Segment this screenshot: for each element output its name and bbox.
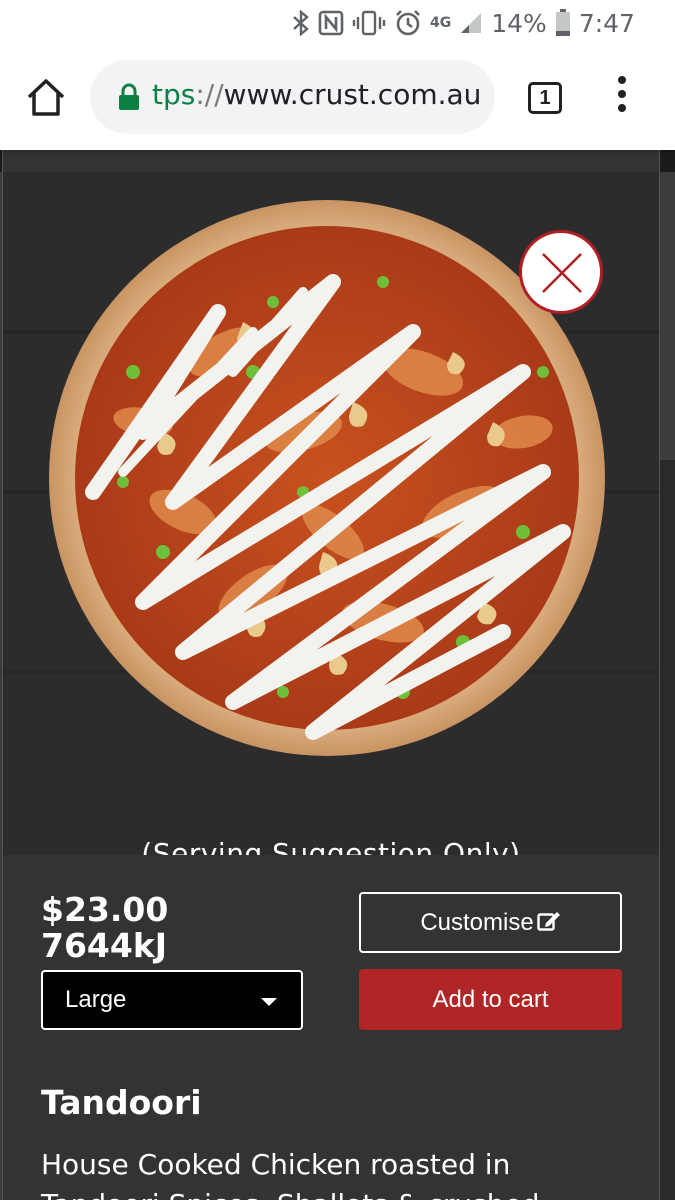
vibrate-icon — [352, 10, 386, 36]
url-separator: :// — [195, 78, 224, 111]
product-modal: (Serving Suggestion Only) $23.00 7644kJ … — [2, 150, 660, 1200]
overflow-menu-icon[interactable] — [612, 76, 632, 120]
close-icon — [542, 253, 582, 293]
clock: 7:47 — [578, 8, 635, 38]
size-select[interactable]: Large — [41, 970, 303, 1030]
network-type-label: 4G — [430, 15, 452, 31]
lock-icon — [119, 83, 139, 110]
address-bar[interactable]: tps://www.crust.com.au — [90, 60, 495, 134]
product-hero: (Serving Suggestion Only) — [3, 172, 659, 855]
status-bar: 4G 14% 7:47 — [0, 0, 675, 46]
battery-icon — [555, 9, 570, 36]
product-name: Tandoori — [41, 1083, 202, 1122]
chevron-down-icon — [261, 998, 277, 1006]
product-price: $23.00 — [41, 890, 169, 929]
product-energy: 7644kJ — [41, 926, 168, 965]
alarm-icon — [396, 10, 420, 36]
product-details-panel: $23.00 7644kJ Large Customise Add to car… — [3, 855, 659, 1200]
signal-icon — [461, 13, 482, 33]
background-page-edge — [659, 460, 675, 1200]
customise-button[interactable]: Customise — [359, 892, 622, 953]
size-select-value: Large — [65, 986, 127, 1013]
nfc-icon — [318, 10, 344, 36]
battery-percent: 14% — [491, 8, 547, 38]
page-content: (Serving Suggestion Only) $23.00 7644kJ … — [0, 150, 675, 1200]
browser-toolbar: tps://www.crust.com.au 1 — [0, 46, 675, 150]
product-description: House Cooked Chicken roasted in Tandoori… — [41, 1148, 540, 1200]
url-text[interactable]: tps://www.crust.com.au — [152, 78, 481, 111]
serving-suggestion-note: (Serving Suggestion Only) — [141, 837, 521, 855]
url-host: www.crust.com.au — [223, 78, 482, 111]
edit-icon — [536, 912, 560, 931]
customise-button-label: Customise — [420, 909, 534, 936]
url-scheme: tps — [152, 78, 196, 111]
tab-switcher-button[interactable]: 1 — [528, 82, 562, 114]
add-to-cart-label: Add to cart — [432, 986, 549, 1013]
close-button[interactable] — [519, 230, 603, 314]
add-to-cart-button[interactable]: Add to cart — [359, 969, 622, 1030]
bluetooth-icon — [293, 10, 309, 36]
home-icon[interactable] — [24, 76, 68, 120]
